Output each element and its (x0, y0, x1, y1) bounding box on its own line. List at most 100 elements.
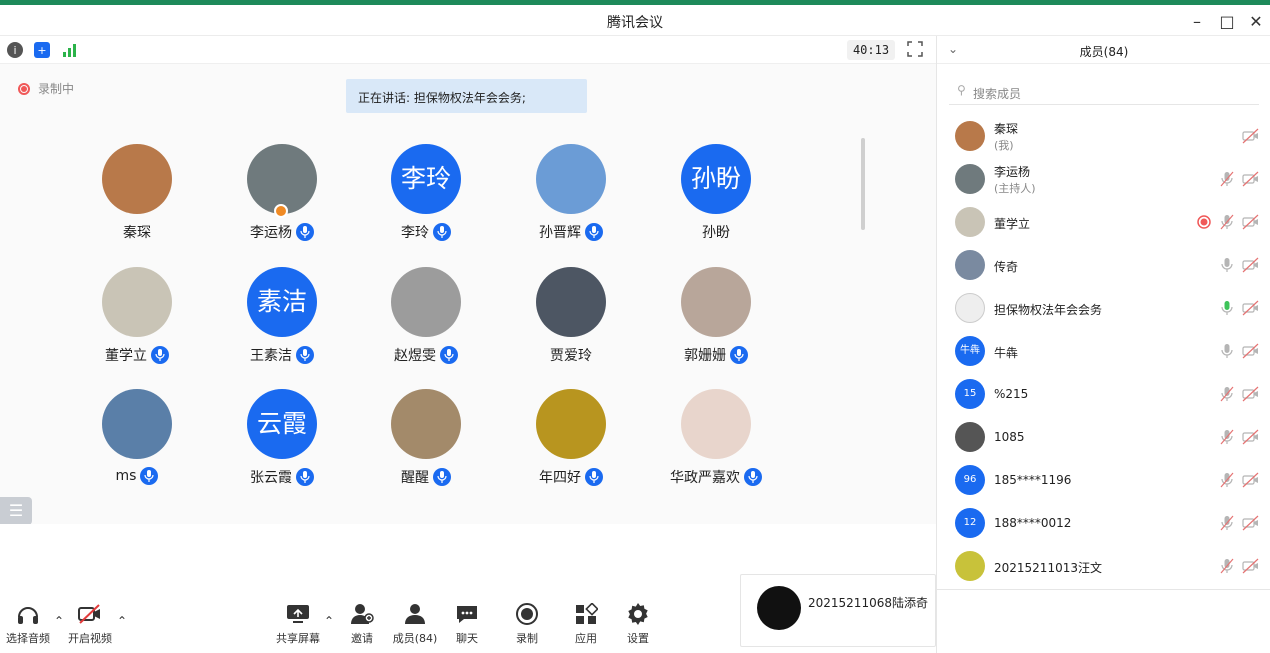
security-shield-icon[interactable]: + (34, 42, 50, 58)
mic-muted-icon[interactable] (1219, 429, 1235, 445)
camera-off-icon[interactable] (1242, 257, 1259, 273)
record-button[interactable]: 录制 (497, 602, 557, 646)
apps-button[interactable]: 应用 (556, 602, 616, 646)
mic-icon[interactable] (1219, 343, 1235, 359)
invite-button[interactable]: 邀请 (332, 602, 392, 646)
participant-tile[interactable]: 云霞 张云霞 (209, 389, 355, 487)
mic-icon[interactable] (1219, 257, 1235, 273)
member-name: 188****0012 (994, 516, 1072, 530)
member-row[interactable]: 传奇 (937, 245, 1270, 288)
settings-label: 设置 (627, 632, 649, 645)
recording-label: 录制中 (38, 82, 75, 96)
mic-icon[interactable] (1219, 300, 1235, 316)
camera-off-icon[interactable] (1242, 515, 1259, 531)
member-avatar: 12 (955, 508, 985, 538)
member-row[interactable]: 牛犇 牛犇 (937, 331, 1270, 374)
member-row[interactable]: 96 185****1196 (937, 460, 1270, 503)
camera-off-icon[interactable] (1242, 343, 1259, 359)
camera-off-icon[interactable] (1242, 558, 1259, 574)
mic-icon (744, 468, 762, 486)
video-button[interactable]: 开启视频 (60, 602, 120, 646)
participant-tile[interactable]: 孙盼 孙盼 (643, 144, 789, 242)
member-avatar (955, 293, 985, 323)
settings-button[interactable]: 设置 (608, 602, 668, 646)
list-toggle-icon[interactable]: ☰ (0, 497, 32, 524)
participant-name-row: 秦琛 (64, 222, 210, 242)
member-row[interactable]: 担保物权法年会会务 (937, 288, 1270, 331)
camera-off-icon[interactable] (1242, 300, 1259, 316)
member-row[interactable]: 李运杨 (主持人) (937, 159, 1270, 202)
maximize-icon[interactable]: □ (1216, 10, 1238, 32)
participant-tile[interactable]: 醒醒 (353, 389, 499, 487)
participant-tile[interactable]: 郭姗姗 (643, 267, 789, 365)
participant-tile[interactable]: 华政严嘉欢 (643, 389, 789, 487)
fullscreen-icon[interactable] (907, 41, 923, 57)
participant-tile[interactable]: 年四好 (498, 389, 644, 487)
participant-tile[interactable]: 贾爱玲 (498, 267, 644, 365)
member-row[interactable]: 秦琛 (我) (937, 116, 1270, 159)
member-search-input[interactable]: ⚲ 搜索成员 (949, 77, 1259, 105)
network-signal-icon[interactable] (62, 42, 78, 58)
participant-avatar (102, 267, 172, 337)
camera-off-icon[interactable] (1242, 386, 1259, 402)
member-row[interactable]: 20215211013汪文 (937, 546, 1270, 589)
mic-muted-icon[interactable] (1219, 214, 1235, 230)
members-panel-title: 成员(84) (1079, 45, 1129, 59)
minimize-icon[interactable]: – (1186, 10, 1208, 32)
member-row[interactable]: 1085 (937, 417, 1270, 460)
participant-tile[interactable]: 李玲 李玲 (353, 144, 499, 242)
mic-icon (585, 468, 603, 486)
mic-muted-icon[interactable] (1219, 171, 1235, 187)
chat-icon (454, 602, 480, 626)
member-row[interactable]: 12 188****0012 (937, 503, 1270, 546)
participant-tile[interactable]: 赵煜雯 (353, 267, 499, 365)
camera-off-icon[interactable] (1242, 171, 1259, 187)
members-icon (402, 602, 428, 626)
participant-name-row: 年四好 (498, 467, 644, 487)
audio-button[interactable]: 选择音频 (0, 602, 58, 646)
share-screen-button[interactable]: 共享屏幕 (268, 602, 328, 646)
headphones-icon (15, 602, 41, 626)
participant-tile[interactable]: 秦琛 (64, 144, 210, 242)
mic-muted-icon[interactable] (1219, 472, 1235, 488)
members-button[interactable]: 成员(84) (385, 602, 445, 646)
member-name: 1085 (994, 430, 1025, 444)
participant-avatar: 素洁 (247, 267, 317, 337)
member-row[interactable]: 董学立 (937, 202, 1270, 245)
grid-scrollbar[interactable] (861, 138, 865, 230)
member-avatar (955, 551, 985, 581)
camera-off-icon[interactable] (1242, 429, 1259, 445)
participant-tile[interactable]: 李运杨 (209, 144, 355, 242)
participant-name-row: 郭姗姗 (643, 345, 789, 365)
participant-tile[interactable]: ms (64, 389, 210, 485)
member-row[interactable]: 15 %215 (937, 374, 1270, 417)
gear-icon (625, 602, 651, 626)
chat-button[interactable]: 聊天 (437, 602, 497, 646)
mic-muted-icon[interactable] (1219, 386, 1235, 402)
participant-name: 郭姗姗 (684, 348, 726, 364)
close-icon[interactable]: ✕ (1245, 10, 1267, 32)
participant-tile[interactable]: 素洁 王素洁 (209, 267, 355, 365)
member-name: 185****1196 (994, 473, 1072, 487)
info-icon[interactable]: i (7, 42, 23, 58)
mic-muted-icon[interactable] (1219, 558, 1235, 574)
camera-off-icon[interactable] (1242, 128, 1259, 144)
participant-avatar (681, 267, 751, 337)
participant-name-row: 醒醒 (353, 467, 499, 487)
mic-muted-icon[interactable] (1219, 515, 1235, 531)
self-video-preview[interactable]: 20215211068陆添奇 (740, 574, 936, 647)
participant-avatar: 云霞 (247, 389, 317, 459)
participant-tile[interactable]: 董学立 (64, 267, 210, 365)
video-stage: 录制中 正在讲话: 担保物权法年会会务; 秦琛 李运杨 李玲 李玲 孙晋辉 孙盼 孙盼 董学立… (0, 64, 936, 524)
participant-avatar (536, 389, 606, 459)
recording-indicator: 录制中 (18, 80, 74, 97)
camera-off-icon (77, 602, 103, 626)
camera-off-icon[interactable] (1242, 214, 1259, 230)
video-options-chevron-icon[interactable]: ⌃ (117, 614, 127, 628)
camera-off-icon[interactable] (1242, 472, 1259, 488)
member-avatar: 96 (955, 465, 985, 495)
participant-name-row: 董学立 (64, 345, 210, 365)
participant-avatar (391, 267, 461, 337)
participant-tile[interactable]: 孙晋辉 (498, 144, 644, 242)
recording-dot-icon (1196, 214, 1212, 230)
